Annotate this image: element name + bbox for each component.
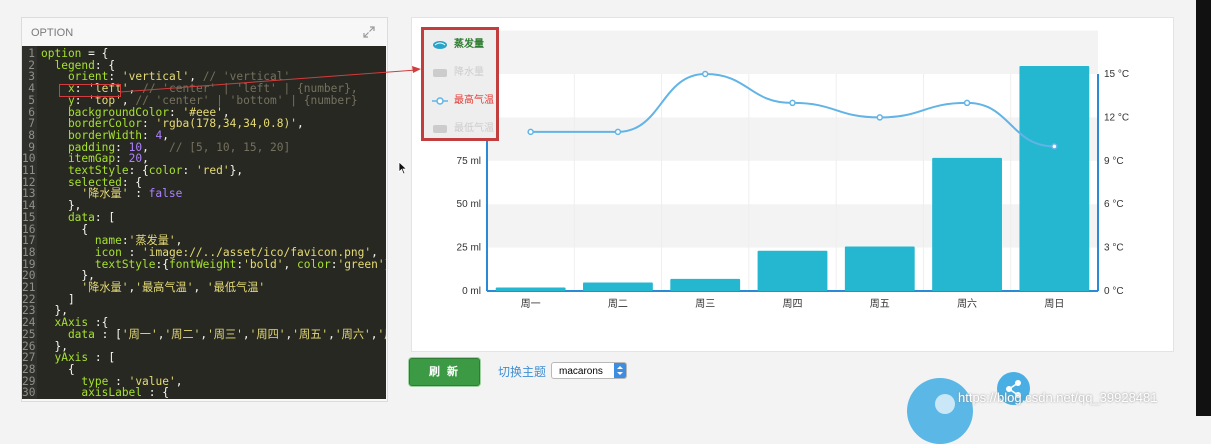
watermark: https://blog.csdn.net/qq_39928481: [958, 390, 1158, 405]
expand-icon[interactable]: [363, 26, 375, 38]
theme-label: 切换主题: [498, 365, 547, 379]
legend-label: 蒸发量: [454, 39, 484, 50]
line-number: 5: [28, 93, 35, 107]
option-panel-title: OPTION: [31, 27, 74, 39]
legend-label: 最低气温: [454, 123, 494, 134]
window-edge: [1196, 0, 1211, 416]
evaporation-image-icon: [433, 41, 447, 49]
legend-label: 降水量: [454, 67, 484, 78]
theme-select[interactable]: macarons: [551, 362, 627, 379]
theme-select-value: macarons: [559, 366, 603, 377]
line-circle-icon: [432, 97, 448, 105]
line-number: 15: [22, 210, 36, 224]
code-text: axisLabel : {: [41, 386, 169, 399]
legend: 蒸发量降水量最高气温最低气温: [421, 27, 499, 141]
rounded-rect-icon: [433, 69, 447, 77]
decorative-circle-small: [935, 394, 955, 414]
chevron-updown-icon[interactable]: [614, 363, 626, 378]
option-panel-header: OPTION: [22, 18, 387, 45]
option-panel: OPTION 1 option = {2 legend: {3 orient: '…: [21, 17, 388, 402]
refresh-button[interactable]: 刷 新: [409, 358, 480, 386]
mouse-cursor-icon: [398, 161, 408, 175]
chart-panel: [411, 17, 1174, 352]
code-text: data : ['周一','周二','周三','周四','周五','周六','周…: [41, 327, 386, 341]
highlight-box: [59, 84, 121, 97]
code-editor[interactable]: 1 option = {2 legend: {3 orient: 'vertica…: [22, 46, 386, 399]
legend-label: 最高气温: [454, 95, 494, 106]
rounded-rect-icon: [433, 125, 447, 133]
line-number: 25: [22, 327, 36, 341]
line-number: 30: [22, 386, 36, 399]
